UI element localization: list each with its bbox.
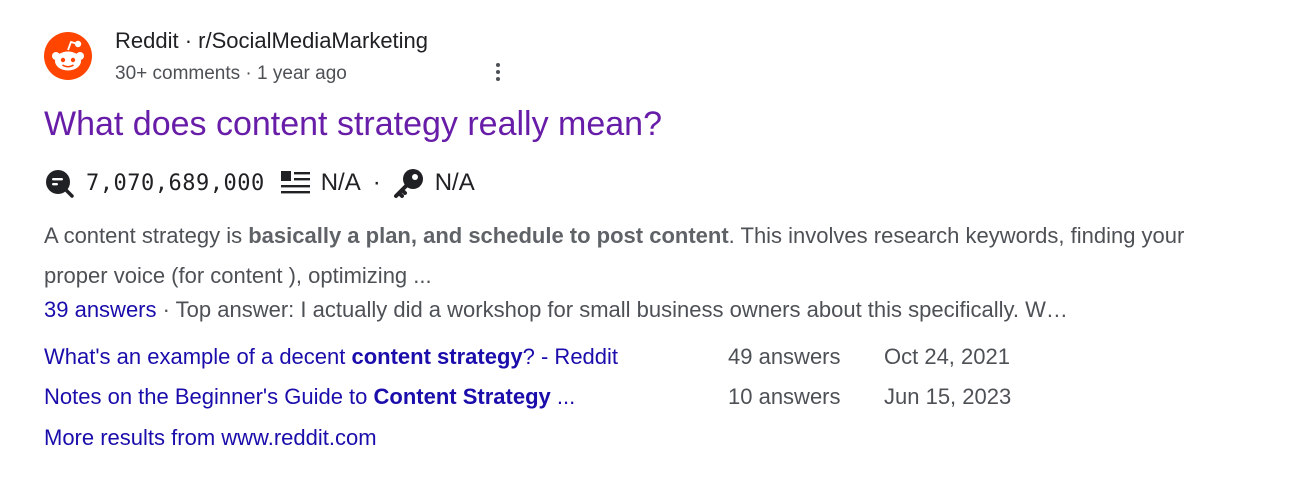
- related-title-link[interactable]: What's an example of a decent content st…: [44, 341, 618, 373]
- subreddit-path: r/SocialMediaMarketing: [198, 28, 429, 53]
- related-answer-count: 10 answers: [728, 384, 841, 409]
- result-snippet: A content strategy is basically a plan, …: [44, 216, 1234, 296]
- post-age: 1 year ago: [257, 63, 347, 84]
- related-date: Oct 24, 2021: [884, 344, 1010, 369]
- list-icon: [280, 171, 310, 194]
- search-result: Reddit · r/SocialMediaMarketing 30+ comm…: [44, 28, 1244, 450]
- reddit-logo-icon: [44, 32, 92, 80]
- link-text: Notes on the Beginner's Guide to: [44, 384, 374, 409]
- answers-count-link[interactable]: 39 answers: [44, 297, 157, 322]
- related-title-link[interactable]: Notes on the Beginner's Guide to Content…: [44, 381, 575, 413]
- separator: ·: [372, 169, 381, 196]
- answers-row: 39 answers · Top answer: I actually did …: [44, 295, 1068, 325]
- related-date: Jun 15, 2023: [884, 384, 1012, 409]
- search-volume-value: 7,070,689,000: [86, 170, 265, 196]
- source-header[interactable]: Reddit · r/SocialMediaMarketing 30+ comm…: [44, 28, 1244, 88]
- separator: ·: [156, 297, 176, 322]
- more-vert-icon[interactable]: [491, 63, 505, 87]
- search-volume-icon: [46, 170, 74, 198]
- link-text: What's an example of a decent: [44, 344, 352, 369]
- result-title-link[interactable]: What does content strategy really mean?: [44, 103, 662, 145]
- more-results-link[interactable]: More results from www.reddit.com: [44, 422, 377, 454]
- snippet-text: A content strategy is: [44, 223, 249, 248]
- seo-metrics-row: 7,070,689,000 N/A · N/A: [44, 167, 475, 199]
- comment-count: 30+ comments: [115, 63, 241, 84]
- top-answer-text: Top answer: I actually did a workshop fo…: [175, 297, 1068, 322]
- link-highlight: Content Strategy: [373, 384, 551, 409]
- metric2-value: N/A: [320, 169, 361, 196]
- link-text: ? - Reddit: [522, 344, 619, 369]
- site-name: Reddit: [115, 28, 179, 53]
- related-answer-count: 49 answers: [728, 344, 841, 369]
- link-text: ...: [550, 384, 576, 409]
- separator: ·: [178, 28, 199, 53]
- source-site[interactable]: Reddit · r/SocialMediaMarketing: [115, 28, 428, 54]
- snippet-highlight: basically a plan, and schedule to post c…: [248, 223, 729, 248]
- source-meta: 30+ comments · 1 year ago: [115, 62, 347, 86]
- separator: ·: [240, 63, 258, 84]
- link-highlight: content strategy: [351, 344, 523, 369]
- key-icon: [393, 169, 423, 198]
- metric3-value: N/A: [434, 169, 475, 196]
